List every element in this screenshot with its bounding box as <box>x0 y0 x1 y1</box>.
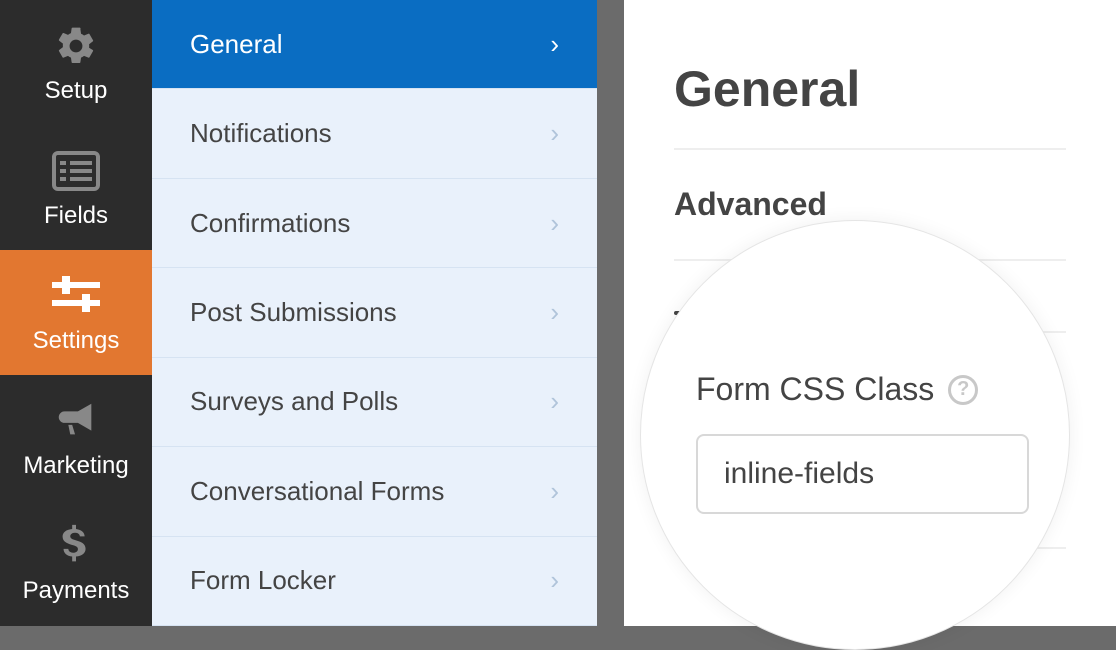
sidebar-item-label: Setup <box>45 77 108 105</box>
submenu-item-surveys-polls[interactable]: Surveys and Polls › <box>152 358 597 447</box>
dollar-icon <box>60 521 92 571</box>
sidebar-item-settings[interactable]: Settings <box>0 250 152 375</box>
submenu-item-label: Notifications <box>190 118 332 149</box>
submenu-item-label: Form Locker <box>190 565 336 596</box>
submenu-item-post-submissions[interactable]: Post Submissions › <box>152 268 597 357</box>
field-label: Form CSS Class <box>696 371 934 408</box>
icon-sidebar: Setup Fields Settings Marketing Payments <box>0 0 152 626</box>
submenu-item-confirmations[interactable]: Confirmations › <box>152 179 597 268</box>
chevron-right-icon: › <box>550 297 559 328</box>
list-icon <box>52 146 100 196</box>
megaphone-icon <box>53 396 99 446</box>
help-icon[interactable]: ? <box>948 375 978 405</box>
sidebar-item-fields[interactable]: Fields <box>0 125 152 250</box>
sidebar-item-label: Payments <box>23 577 130 605</box>
chevron-right-icon: › <box>550 476 559 507</box>
submenu-item-conversational-forms[interactable]: Conversational Forms › <box>152 447 597 536</box>
sidebar-item-label: Marketing <box>23 452 128 480</box>
chevron-right-icon: › <box>550 565 559 596</box>
sidebar-item-payments[interactable]: Payments <box>0 500 152 625</box>
sidebar-item-setup[interactable]: Setup <box>0 0 152 125</box>
gear-icon <box>54 21 98 71</box>
sidebar-item-label: Settings <box>33 327 120 355</box>
chevron-right-icon: › <box>550 118 559 149</box>
submenu-item-notifications[interactable]: Notifications › <box>152 89 597 178</box>
submenu-item-label: Conversational Forms <box>190 476 444 507</box>
submenu-item-label: Confirmations <box>190 208 350 239</box>
chevron-right-icon: › <box>550 208 559 239</box>
sliders-icon <box>51 271 101 321</box>
submenu-item-general[interactable]: General › <box>152 0 597 89</box>
sidebar-item-marketing[interactable]: Marketing <box>0 375 152 500</box>
sidebar-item-label: Fields <box>44 202 108 230</box>
submenu-item-form-locker[interactable]: Form Locker › <box>152 537 597 626</box>
page-title: General <box>674 60 1066 118</box>
settings-submenu: General › Notifications › Confirmations … <box>152 0 597 626</box>
form-css-class-input[interactable] <box>696 434 1029 514</box>
chevron-right-icon: › <box>550 29 559 60</box>
magnifier-zoom: Form CSS Class ? <box>640 220 1070 650</box>
submenu-item-label: Surveys and Polls <box>190 386 398 417</box>
submenu-item-label: Post Submissions <box>190 297 397 328</box>
submenu-item-label: General <box>190 29 283 60</box>
panel-divider <box>597 0 624 626</box>
chevron-right-icon: › <box>550 386 559 417</box>
field-label-row: Form CSS Class ? <box>696 371 1029 408</box>
